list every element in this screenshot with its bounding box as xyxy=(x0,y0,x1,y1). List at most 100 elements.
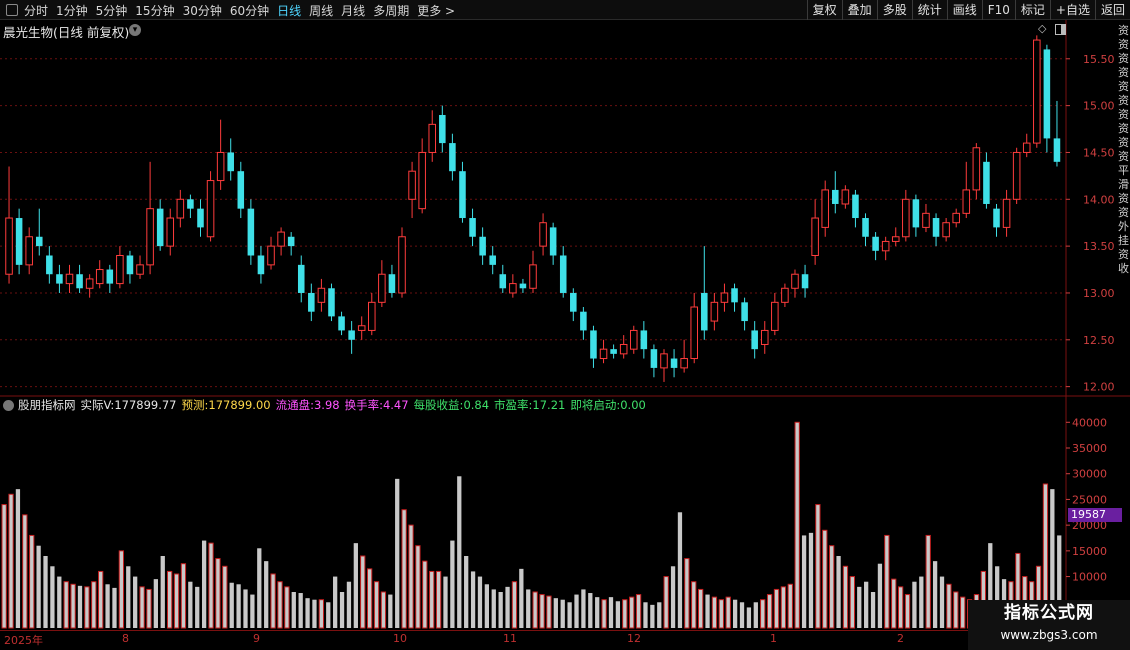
volume-bar xyxy=(422,560,428,629)
timeframe-tab[interactable]: 周线 xyxy=(309,2,333,19)
window-toggle-icon[interactable] xyxy=(1055,24,1066,35)
actual-label: 实际V: xyxy=(80,398,115,412)
candle-body xyxy=(227,152,234,172)
toolbar-button[interactable]: 标记 xyxy=(1014,0,1050,20)
timeframe-tab[interactable]: 60分钟 xyxy=(230,2,269,19)
candle-body xyxy=(408,170,416,200)
toolbar-button[interactable]: 画线 xyxy=(946,0,982,20)
volume-bar xyxy=(257,548,262,628)
volume-bar xyxy=(112,587,117,628)
candle-body xyxy=(338,316,345,331)
indicator-menu-icon[interactable] xyxy=(3,399,14,411)
candle-body xyxy=(993,208,1000,228)
volume-bar xyxy=(787,583,793,629)
volume-bar xyxy=(22,514,28,629)
volume-bar xyxy=(305,598,310,628)
candle-body xyxy=(771,301,779,331)
diamond-icon[interactable]: ◇ xyxy=(1038,22,1046,35)
toolbar-button[interactable]: F10 xyxy=(981,0,1015,20)
volume-bar xyxy=(677,512,683,628)
volume-bar xyxy=(118,550,125,629)
volume-tick-label: 40000 xyxy=(1072,416,1107,429)
volume-bar xyxy=(291,592,296,628)
candle-body xyxy=(146,208,154,266)
volume-bar xyxy=(960,596,966,629)
volume-bar xyxy=(1,504,7,629)
candle-body xyxy=(629,329,638,350)
candle-body xyxy=(570,292,577,312)
volume-bar xyxy=(57,576,62,628)
volume-tick-label: 25000 xyxy=(1072,493,1107,506)
toolbar-button[interactable]: 多股 xyxy=(876,0,912,20)
timeframe-tab[interactable]: 更多 > xyxy=(417,2,455,19)
timeframe-tab[interactable]: 1分钟 xyxy=(56,2,88,19)
timeframe-tab[interactable]: 多周期 xyxy=(373,2,409,19)
timeframe-tab[interactable]: 日线 xyxy=(277,2,301,19)
candle-body xyxy=(760,329,769,345)
volume-bar xyxy=(180,563,187,629)
price-tick-label: 15.00 xyxy=(1083,100,1115,113)
volume-marker-badge: 19587 xyxy=(1068,508,1122,522)
candle-body xyxy=(328,288,335,317)
toolbar-button[interactable]: 复权 xyxy=(806,0,842,20)
volume-bar xyxy=(560,599,565,628)
volume-bar xyxy=(705,594,710,628)
volume-bar xyxy=(360,555,366,629)
kline-chart[interactable]: 12.00 12.50 13.00 13.50 14.00 14.50 15.00 15.50… xyxy=(0,20,1130,630)
volume-bar xyxy=(236,584,241,628)
toolbar-button[interactable]: 返回 xyxy=(1094,0,1130,20)
volume-bar xyxy=(29,534,35,629)
candle-body xyxy=(791,273,799,289)
indicator-name[interactable]: 股朋指标网 xyxy=(18,397,76,413)
date-label: 9 xyxy=(253,632,260,645)
volume-bar xyxy=(346,581,352,628)
turnover-label: 换手率: xyxy=(344,398,383,412)
candle-body xyxy=(297,264,305,293)
volume-bar xyxy=(739,602,745,628)
volume-bar xyxy=(126,566,131,628)
turnover-value: 4.47 xyxy=(382,398,409,412)
volume-bar xyxy=(629,596,635,629)
candle-body xyxy=(247,208,255,256)
price-tick-label: 12.50 xyxy=(1083,334,1115,347)
candle-body xyxy=(720,292,729,303)
candle-body xyxy=(922,212,930,228)
candle-body xyxy=(308,292,315,312)
side-info-strip[interactable]: 资资资资资资资资资资平滑资资外挂资收 xyxy=(1118,24,1130,394)
price-tick-label: 12.00 xyxy=(1083,381,1115,394)
candle-body xyxy=(891,236,900,242)
timeframe-tab[interactable]: 30分钟 xyxy=(183,2,222,19)
candle-body xyxy=(1043,49,1051,139)
timeframe-tab[interactable]: 分时 xyxy=(24,2,48,19)
volume-bar xyxy=(139,586,145,629)
volume-bar xyxy=(808,532,814,628)
toolbar-button[interactable]: 统计 xyxy=(911,0,947,20)
timeframe-tab[interactable]: 月线 xyxy=(341,2,365,19)
volume-bar xyxy=(498,592,503,628)
dropdown-icon[interactable]: ▾ xyxy=(129,24,141,36)
timeframe-tab[interactable]: 15分钟 xyxy=(135,2,174,19)
candle-body xyxy=(1053,138,1061,162)
volume-bar xyxy=(91,581,97,629)
toolbar-button[interactable]: +自选 xyxy=(1049,0,1095,20)
volume-bar xyxy=(415,545,421,629)
timeframe-tab[interactable]: 5分钟 xyxy=(96,2,128,19)
candle-body xyxy=(106,269,114,284)
stock-title: 晨光生物(日线 前复权) xyxy=(3,25,130,40)
volume-bar xyxy=(746,607,752,628)
volume-bar xyxy=(339,592,345,628)
date-label: 2 xyxy=(897,632,904,645)
volume-bar xyxy=(670,566,676,628)
candle-body xyxy=(348,330,355,340)
candle-body xyxy=(46,255,53,275)
volume-bar xyxy=(215,558,221,629)
volume-bar xyxy=(395,478,400,628)
candle-body xyxy=(35,236,43,247)
candle-body xyxy=(116,254,124,285)
volume-bar xyxy=(195,586,200,628)
checkbox-icon[interactable] xyxy=(6,4,18,16)
candle-body xyxy=(388,274,396,293)
start-label: 即将启动: xyxy=(570,398,621,412)
candle-body xyxy=(731,288,738,303)
toolbar-button[interactable]: 叠加 xyxy=(841,0,877,20)
